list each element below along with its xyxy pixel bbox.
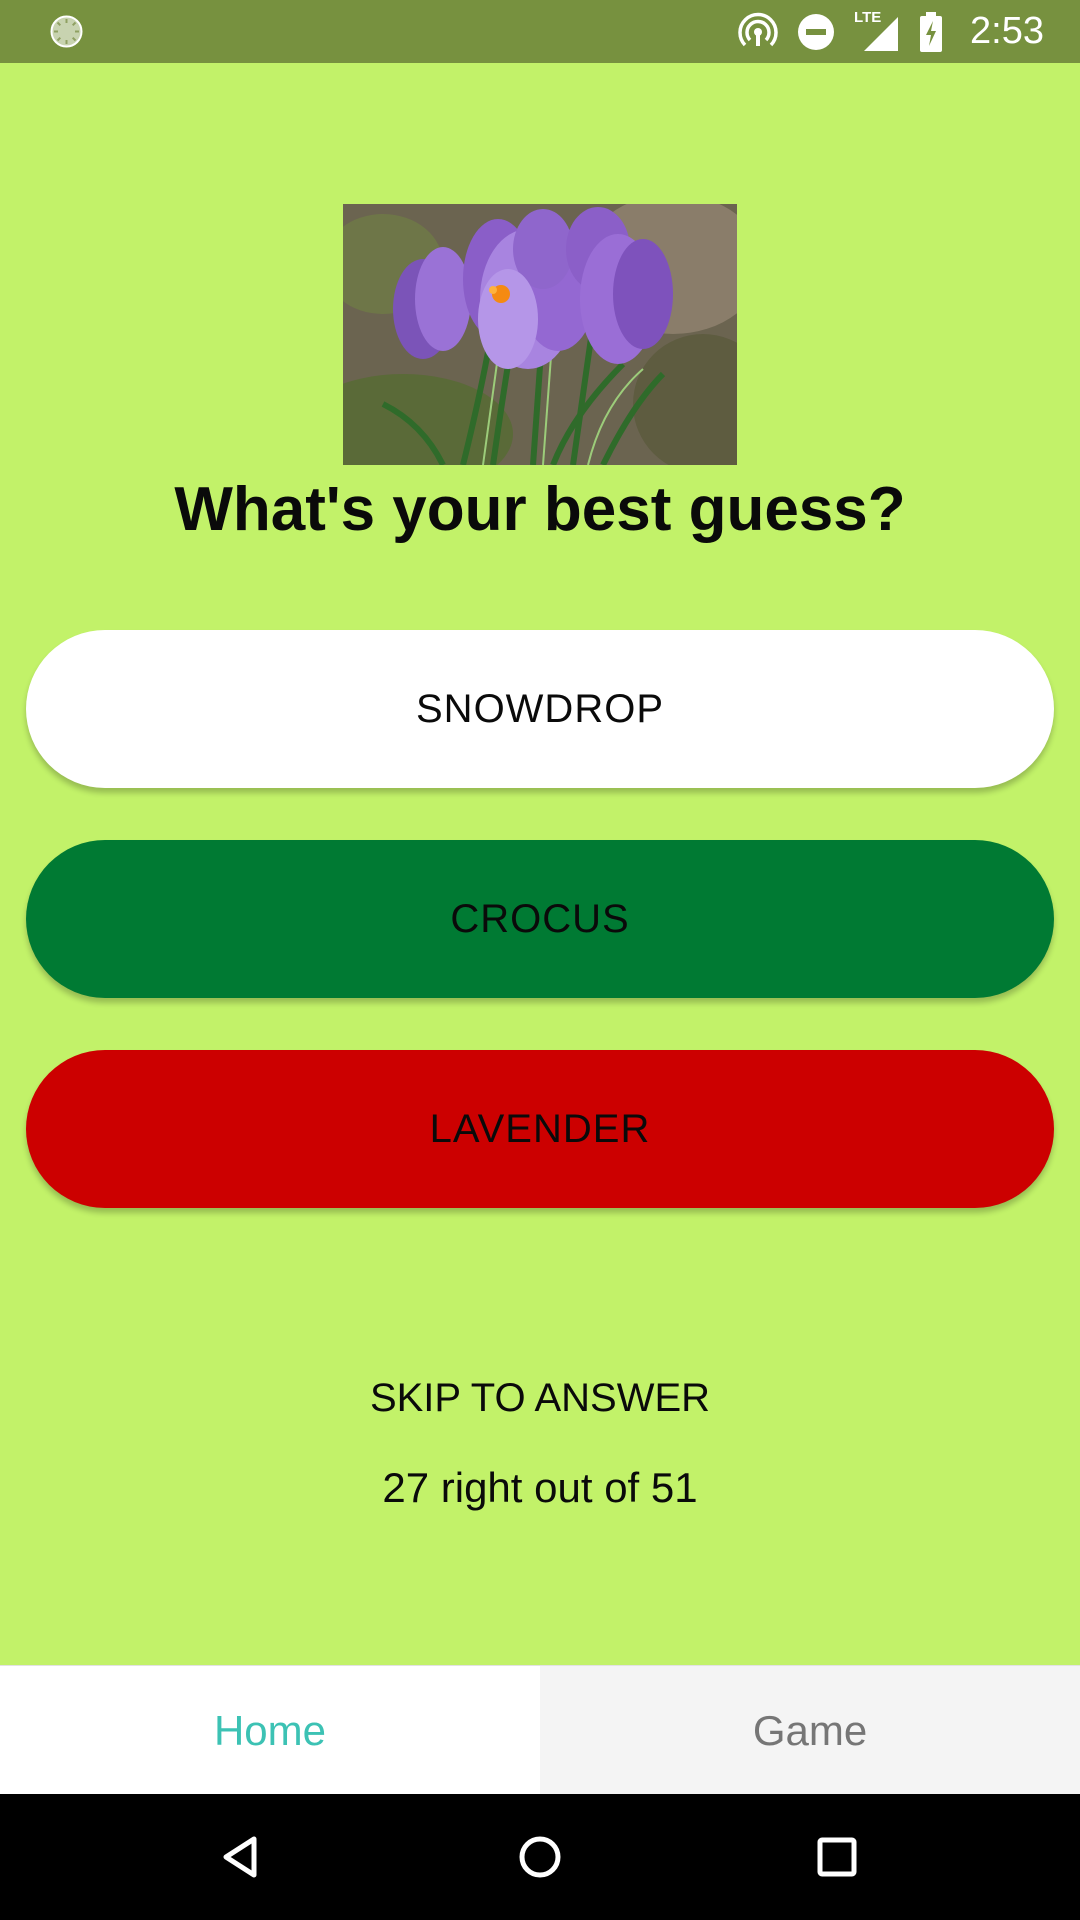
status-time: 2:53 xyxy=(970,10,1044,52)
app-screen: LTE 2:53 What's your best guess? SNOWDRO… xyxy=(0,0,1080,1920)
score-text: 27 right out of 51 xyxy=(382,1464,698,1511)
recents-icon[interactable] xyxy=(807,1827,867,1887)
status-icons: LTE 2:53 xyxy=(738,0,1044,63)
sync-icon xyxy=(50,15,83,48)
skip-to-answer-button[interactable]: SKIP TO ANSWER xyxy=(0,1370,1080,1426)
home-icon[interactable] xyxy=(510,1827,570,1887)
tab-home[interactable]: Home xyxy=(0,1666,540,1795)
battery-charging-icon xyxy=(920,11,943,52)
lte-signal-icon: LTE xyxy=(854,9,900,53)
answer-option-snowdrop[interactable]: SNOWDROP xyxy=(26,630,1054,788)
answer-option-crocus[interactable]: CROCUS xyxy=(26,840,1054,998)
back-icon[interactable] xyxy=(212,1827,272,1887)
flower-image xyxy=(343,204,737,465)
status-bar: LTE 2:53 xyxy=(0,0,1080,63)
tab-game[interactable]: Game xyxy=(540,1666,1080,1795)
system-nav-bar xyxy=(0,1794,1080,1920)
answer-option-lavender[interactable]: LAVENDER xyxy=(26,1050,1054,1208)
question-heading: What's your best guess? xyxy=(174,475,906,544)
hotspot-icon xyxy=(738,12,778,46)
bottom-tab-bar: Home Game xyxy=(0,1665,1080,1795)
do-not-disturb-icon xyxy=(798,13,835,50)
